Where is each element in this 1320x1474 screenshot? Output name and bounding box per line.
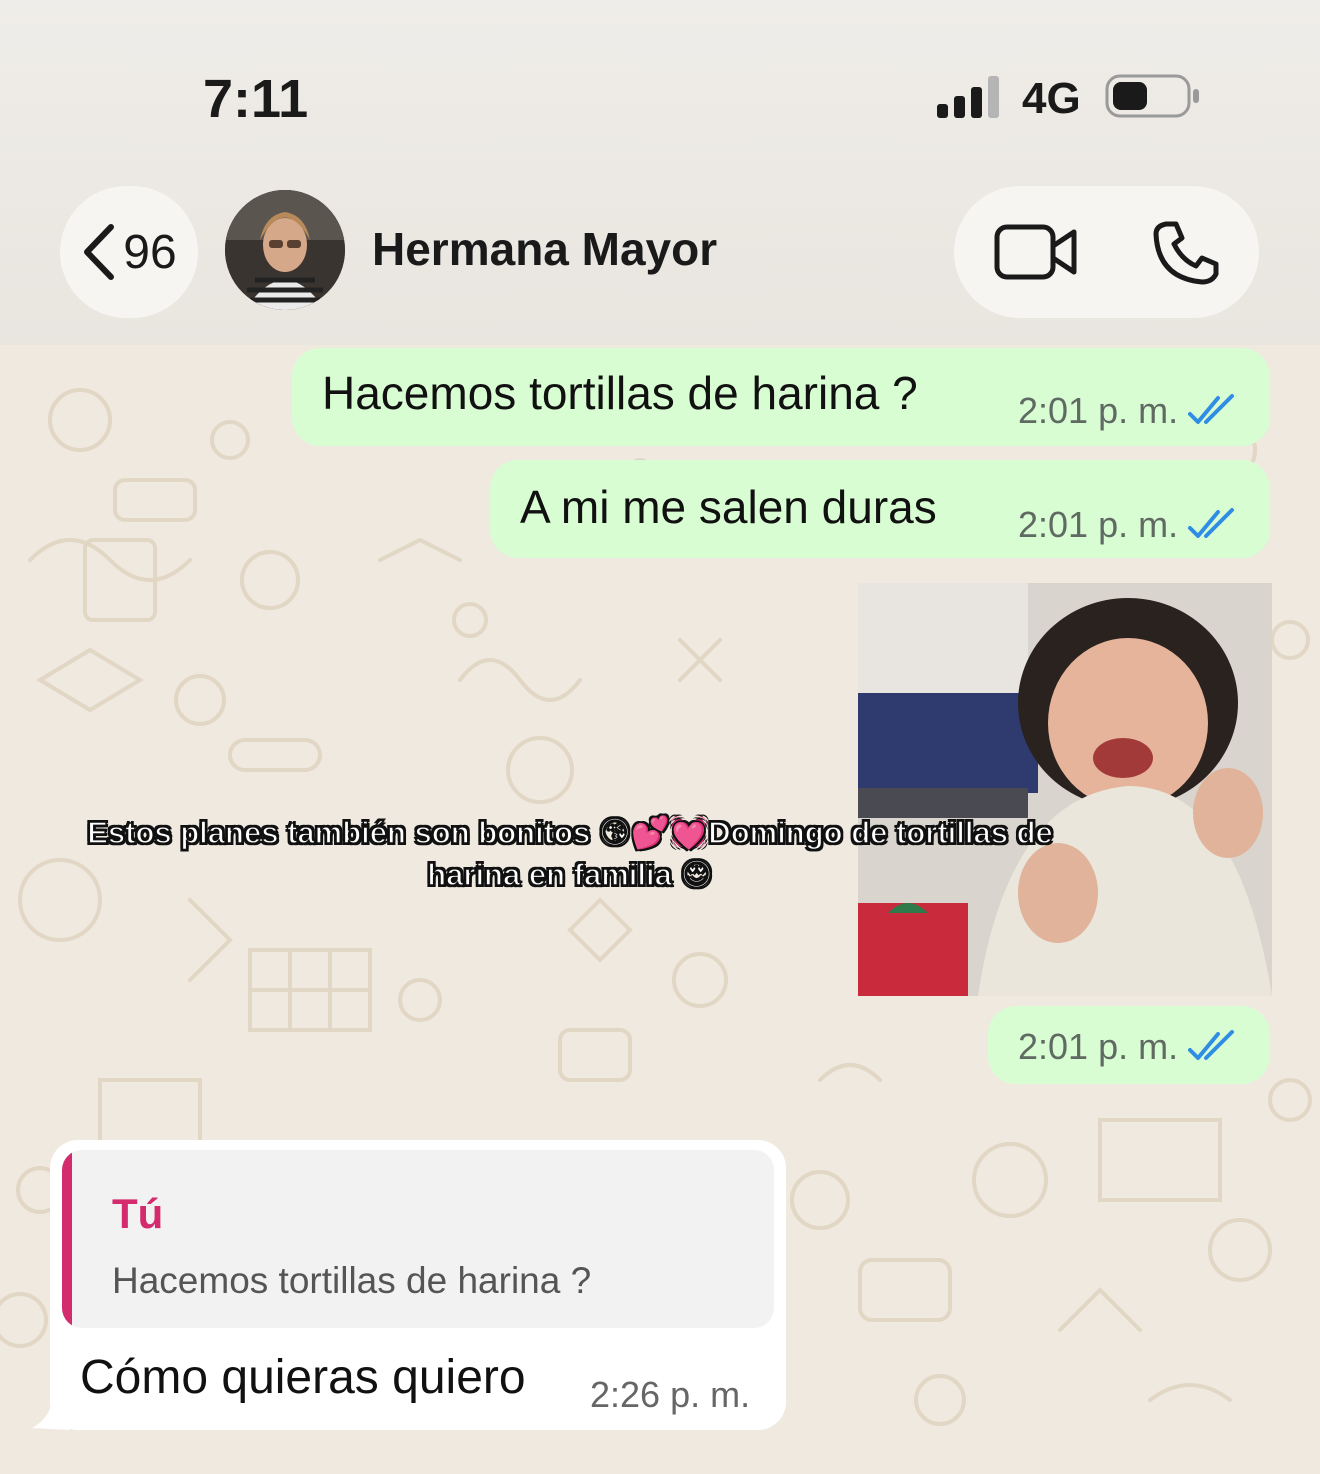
read-ticks-icon xyxy=(1188,508,1235,538)
caption-line: Estos planes también son bonitos 😘💕💓Domi… xyxy=(86,814,1053,851)
media-meta-bubble: 2:01 p. m. xyxy=(988,1006,1270,1084)
quoted-message[interactable]: Tú Hacemos tortillas de harina ? xyxy=(62,1150,774,1328)
unread-count: 96 xyxy=(123,225,177,279)
cellular-signal-icon xyxy=(937,76,999,118)
media-thumbnail[interactable] xyxy=(858,583,1272,996)
message-bubble-outgoing[interactable]: A mi me salen duras 2:01 p. m. xyxy=(490,460,1270,558)
message-meta: 2:01 p. m. xyxy=(1018,1026,1236,1068)
message-text: A mi me salen duras xyxy=(520,481,937,533)
message-meta: 2:01 p. m. xyxy=(1018,390,1236,432)
network-type: 4G xyxy=(1022,74,1081,123)
quote-accent-bar xyxy=(62,1150,72,1328)
message-bubble-incoming[interactable]: Tú Hacemos tortillas de harina ? Cómo qu… xyxy=(50,1140,786,1430)
message-bubble-outgoing[interactable]: Hacemos tortillas de harina ? 2:01 p. m. xyxy=(292,348,1270,446)
chevron-left-icon xyxy=(84,224,115,280)
read-ticks-icon xyxy=(1188,394,1235,424)
quote-text: Hacemos tortillas de harina ? xyxy=(112,1260,592,1301)
contact-avatar[interactable] xyxy=(225,190,345,310)
phone-call-icon[interactable] xyxy=(1152,220,1220,286)
avatar-photo xyxy=(225,190,345,310)
message-time: 2:01 p. m. xyxy=(1018,504,1179,545)
read-ticks-icon xyxy=(1188,1030,1235,1060)
call-actions xyxy=(954,186,1259,318)
media-caption: Estos planes también son bonitos 😘💕💓Domi… xyxy=(40,812,1100,896)
battery-icon xyxy=(1105,74,1199,118)
message-meta: 2:01 p. m. xyxy=(1018,504,1236,546)
message-text: Hacemos tortillas de harina ? xyxy=(322,367,918,419)
status-time: 7:11 xyxy=(203,69,309,129)
contact-name[interactable]: Hermana Mayor xyxy=(372,222,717,276)
video-still-image xyxy=(858,583,1272,996)
back-button[interactable]: 96 xyxy=(60,186,198,318)
quote-author: Tú xyxy=(112,1190,164,1237)
message-time: 2:26 p. m. xyxy=(590,1374,751,1415)
message-time: 2:01 p. m. xyxy=(1018,390,1179,431)
video-call-icon[interactable] xyxy=(994,224,1078,280)
caption-line: harina en familia 😍 xyxy=(426,856,713,893)
message-time: 2:01 p. m. xyxy=(1018,1026,1179,1067)
message-text: Cómo quieras quiero xyxy=(80,1351,526,1404)
